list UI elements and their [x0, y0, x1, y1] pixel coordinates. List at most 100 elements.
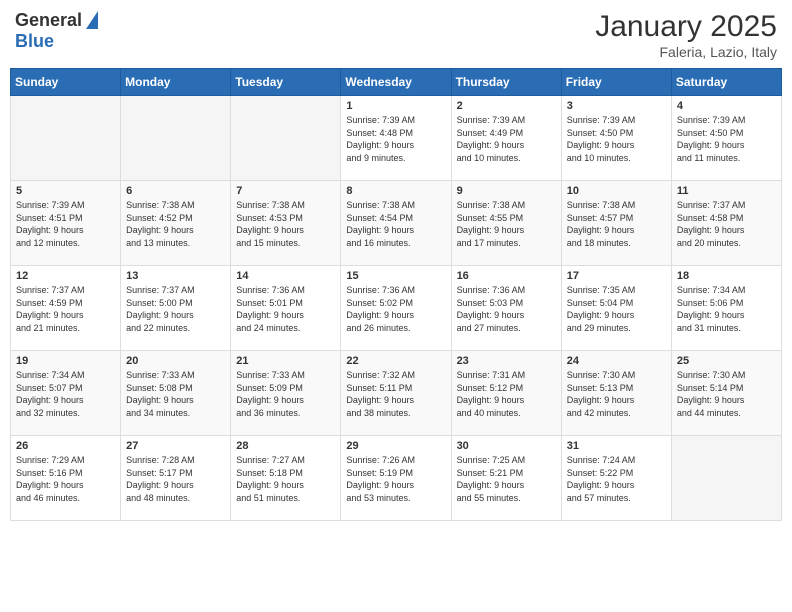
day-info: Sunrise: 7:34 AM Sunset: 5:06 PM Dayligh…	[677, 284, 776, 334]
calendar-title-block: January 2025 Faleria, Lazio, Italy	[595, 10, 777, 60]
calendar-cell: 5 Sunrise: 7:39 AM Sunset: 4:51 PM Daylig…	[11, 181, 121, 266]
calendar-cell: 22 Sunrise: 7:32 AM Sunset: 5:11 PM Dayli…	[341, 351, 451, 436]
day-info: Sunrise: 7:33 AM Sunset: 5:09 PM Dayligh…	[236, 369, 335, 419]
day-number: 19	[16, 355, 115, 367]
calendar-cell: 6 Sunrise: 7:38 AM Sunset: 4:52 PM Daylig…	[121, 181, 231, 266]
day-number: 2	[457, 100, 556, 112]
calendar-cell: 3 Sunrise: 7:39 AM Sunset: 4:50 PM Daylig…	[561, 96, 671, 181]
day-info: Sunrise: 7:38 AM Sunset: 4:53 PM Dayligh…	[236, 199, 335, 249]
day-info: Sunrise: 7:36 AM Sunset: 5:03 PM Dayligh…	[457, 284, 556, 334]
page-header: General Blue January 2025 Faleria, Lazio…	[10, 10, 782, 60]
calendar-week-1: 1 Sunrise: 7:39 AM Sunset: 4:48 PM Daylig…	[11, 96, 782, 181]
day-number: 28	[236, 440, 335, 452]
calendar-cell: 4 Sunrise: 7:39 AM Sunset: 4:50 PM Daylig…	[671, 96, 781, 181]
day-info: Sunrise: 7:25 AM Sunset: 5:21 PM Dayligh…	[457, 454, 556, 504]
day-number: 10	[567, 185, 666, 197]
calendar-week-4: 19 Sunrise: 7:34 AM Sunset: 5:07 PM Dayli…	[11, 351, 782, 436]
day-number: 13	[126, 270, 225, 282]
day-number: 6	[126, 185, 225, 197]
day-number: 3	[567, 100, 666, 112]
day-number: 24	[567, 355, 666, 367]
day-number: 9	[457, 185, 556, 197]
day-info: Sunrise: 7:32 AM Sunset: 5:11 PM Dayligh…	[346, 369, 445, 419]
calendar-table: SundayMondayTuesdayWednesdayThursdayFrid…	[10, 68, 782, 521]
calendar-cell: 28 Sunrise: 7:27 AM Sunset: 5:18 PM Dayli…	[231, 436, 341, 521]
calendar-cell	[671, 436, 781, 521]
logo: General Blue	[15, 10, 98, 52]
day-number: 20	[126, 355, 225, 367]
day-info: Sunrise: 7:38 AM Sunset: 4:57 PM Dayligh…	[567, 199, 666, 249]
day-number: 4	[677, 100, 776, 112]
day-info: Sunrise: 7:36 AM Sunset: 5:01 PM Dayligh…	[236, 284, 335, 334]
calendar-week-5: 26 Sunrise: 7:29 AM Sunset: 5:16 PM Dayli…	[11, 436, 782, 521]
calendar-cell: 2Sunrise: 7:39 AM Sunset: 4:49 PM Daylig…	[451, 96, 561, 181]
calendar-cell: 20Sunrise: 7:33 AM Sunset: 5:08 PM Dayli…	[121, 351, 231, 436]
day-number: 16	[457, 270, 556, 282]
day-info: Sunrise: 7:39 AM Sunset: 4:50 PM Dayligh…	[567, 114, 666, 164]
calendar-cell: 31Sunrise: 7:24 AM Sunset: 5:22 PM Dayli…	[561, 436, 671, 521]
calendar-cell: 19 Sunrise: 7:34 AM Sunset: 5:07 PM Dayli…	[11, 351, 121, 436]
day-info: Sunrise: 7:34 AM Sunset: 5:07 PM Dayligh…	[16, 369, 115, 419]
day-info: Sunrise: 7:39 AM Sunset: 4:51 PM Dayligh…	[16, 199, 115, 249]
day-info: Sunrise: 7:30 AM Sunset: 5:13 PM Dayligh…	[567, 369, 666, 419]
day-info: Sunrise: 7:30 AM Sunset: 5:14 PM Dayligh…	[677, 369, 776, 419]
day-info: Sunrise: 7:36 AM Sunset: 5:02 PM Dayligh…	[346, 284, 445, 334]
day-info: Sunrise: 7:28 AM Sunset: 5:17 PM Dayligh…	[126, 454, 225, 504]
calendar-cell: 27 Sunrise: 7:28 AM Sunset: 5:17 PM Dayli…	[121, 436, 231, 521]
calendar-cell: 9 Sunrise: 7:38 AM Sunset: 4:55 PM Daylig…	[451, 181, 561, 266]
day-info: Sunrise: 7:38 AM Sunset: 4:55 PM Dayligh…	[457, 199, 556, 249]
day-info: Sunrise: 7:37 AM Sunset: 4:59 PM Dayligh…	[16, 284, 115, 334]
calendar-cell: 1 Sunrise: 7:39 AM Sunset: 4:48 PM Daylig…	[341, 96, 451, 181]
calendar-cell: 15Sunrise: 7:36 AM Sunset: 5:02 PM Dayli…	[341, 266, 451, 351]
month-year-title: January 2025	[595, 10, 777, 44]
day-number: 31	[567, 440, 666, 452]
day-number: 25	[677, 355, 776, 367]
weekday-header-tuesday: Tuesday	[231, 69, 341, 96]
day-info: Sunrise: 7:37 AM Sunset: 4:58 PM Dayligh…	[677, 199, 776, 249]
calendar-cell: 13Sunrise: 7:37 AM Sunset: 5:00 PM Dayli…	[121, 266, 231, 351]
day-info: Sunrise: 7:35 AM Sunset: 5:04 PM Dayligh…	[567, 284, 666, 334]
calendar-cell: 29Sunrise: 7:26 AM Sunset: 5:19 PM Dayli…	[341, 436, 451, 521]
calendar-cell: 21 Sunrise: 7:33 AM Sunset: 5:09 PM Dayli…	[231, 351, 341, 436]
day-info: Sunrise: 7:38 AM Sunset: 4:52 PM Dayligh…	[126, 199, 225, 249]
day-number: 14	[236, 270, 335, 282]
weekday-header-monday: Monday	[121, 69, 231, 96]
day-info: Sunrise: 7:27 AM Sunset: 5:18 PM Dayligh…	[236, 454, 335, 504]
calendar-cell: 25 Sunrise: 7:30 AM Sunset: 5:14 PM Dayli…	[671, 351, 781, 436]
day-info: Sunrise: 7:39 AM Sunset: 4:50 PM Dayligh…	[677, 114, 776, 164]
calendar-cell: 24 Sunrise: 7:30 AM Sunset: 5:13 PM Dayli…	[561, 351, 671, 436]
day-info: Sunrise: 7:29 AM Sunset: 5:16 PM Dayligh…	[16, 454, 115, 504]
weekday-header-thursday: Thursday	[451, 69, 561, 96]
day-number: 22	[346, 355, 445, 367]
weekday-header-saturday: Saturday	[671, 69, 781, 96]
day-number: 26	[16, 440, 115, 452]
calendar-cell: 11Sunrise: 7:37 AM Sunset: 4:58 PM Dayli…	[671, 181, 781, 266]
calendar-cell: 30 Sunrise: 7:25 AM Sunset: 5:21 PM Dayli…	[451, 436, 561, 521]
calendar-cell: 7Sunrise: 7:38 AM Sunset: 4:53 PM Daylig…	[231, 181, 341, 266]
weekday-header-row: SundayMondayTuesdayWednesdayThursdayFrid…	[11, 69, 782, 96]
day-number: 17	[567, 270, 666, 282]
day-number: 12	[16, 270, 115, 282]
day-info: Sunrise: 7:26 AM Sunset: 5:19 PM Dayligh…	[346, 454, 445, 504]
day-number: 30	[457, 440, 556, 452]
calendar-week-2: 5 Sunrise: 7:39 AM Sunset: 4:51 PM Daylig…	[11, 181, 782, 266]
weekday-header-friday: Friday	[561, 69, 671, 96]
day-info: Sunrise: 7:39 AM Sunset: 4:48 PM Dayligh…	[346, 114, 445, 164]
calendar-cell: 16 Sunrise: 7:36 AM Sunset: 5:03 PM Dayli…	[451, 266, 561, 351]
calendar-week-3: 12 Sunrise: 7:37 AM Sunset: 4:59 PM Dayli…	[11, 266, 782, 351]
calendar-cell: 18Sunrise: 7:34 AM Sunset: 5:06 PM Dayli…	[671, 266, 781, 351]
day-number: 27	[126, 440, 225, 452]
logo-triangle-icon	[86, 11, 98, 29]
day-number: 5	[16, 185, 115, 197]
calendar-cell: 14 Sunrise: 7:36 AM Sunset: 5:01 PM Dayli…	[231, 266, 341, 351]
calendar-cell: 8Sunrise: 7:38 AM Sunset: 4:54 PM Daylig…	[341, 181, 451, 266]
calendar-cell	[121, 96, 231, 181]
day-number: 1	[346, 100, 445, 112]
day-info: Sunrise: 7:31 AM Sunset: 5:12 PM Dayligh…	[457, 369, 556, 419]
weekday-header-wednesday: Wednesday	[341, 69, 451, 96]
location-text: Faleria, Lazio, Italy	[595, 44, 777, 60]
day-number: 21	[236, 355, 335, 367]
logo-general-text: General	[15, 10, 82, 31]
logo-blue-text: Blue	[15, 31, 54, 52]
day-number: 23	[457, 355, 556, 367]
